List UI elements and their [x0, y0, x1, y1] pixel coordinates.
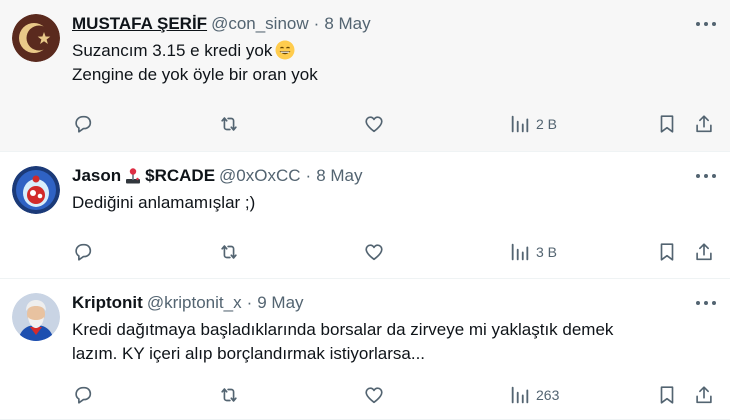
- views-count: 2 B: [536, 116, 558, 132]
- author-name[interactable]: MUSTAFA ŞERİF: [72, 12, 207, 36]
- views-chart-icon: [511, 386, 529, 404]
- heart-icon: [365, 244, 383, 261]
- retweet-button[interactable]: [218, 241, 240, 263]
- retweet-button[interactable]: [218, 384, 240, 406]
- like-button[interactable]: [363, 113, 385, 135]
- bookmark-button[interactable]: [656, 384, 678, 406]
- author-handle[interactable]: @kriptonit_x: [147, 291, 242, 315]
- more-options-icon[interactable]: [696, 16, 716, 32]
- superhero-avatar-icon: [12, 293, 60, 341]
- tweet[interactable]: Jason $RCADE @0xOxCC · 8 May Dediğini an…: [0, 152, 730, 279]
- views-button[interactable]: 263: [509, 384, 559, 406]
- heart-icon: [365, 387, 383, 404]
- separator: ·: [305, 166, 312, 185]
- bookmark-button[interactable]: [656, 113, 678, 135]
- tweet-header: Jason $RCADE @0xOxCC · 8 May: [72, 164, 714, 188]
- toy-robot-avatar-icon: [12, 166, 60, 214]
- views-button[interactable]: 2 B: [509, 113, 557, 135]
- tweet-header: Kriptonit @kriptonit_x · 9 May: [72, 291, 714, 315]
- views-button[interactable]: 3 B: [509, 241, 557, 263]
- avatar[interactable]: [12, 166, 60, 214]
- tweet[interactable]: Kriptonit @kriptonit_x · 9 May Kredi dağ…: [0, 279, 730, 420]
- retweet-icon: [221, 388, 237, 402]
- tweet-line: Suzancım 3.15 e kredi yok: [72, 41, 273, 60]
- bookmark-icon: [660, 115, 674, 133]
- tweet-date[interactable]: 8 May: [324, 12, 370, 36]
- author-handle[interactable]: @con_sinow: [211, 12, 309, 36]
- reply-feed: MUSTAFA ŞERİF @con_sinow · 8 May Suzancı…: [0, 0, 730, 420]
- separator: ·: [313, 14, 320, 33]
- avatar[interactable]: [12, 14, 60, 62]
- tweet-line: Dediğini anlamamışlar ;): [72, 193, 256, 212]
- share-button[interactable]: [693, 384, 715, 406]
- like-button[interactable]: [363, 384, 385, 406]
- retweet-button[interactable]: [218, 113, 240, 135]
- reply-icon: [75, 115, 92, 133]
- tweet-text: Dediğini anlamamışlar ;): [72, 191, 714, 215]
- views-chart-icon: [511, 243, 529, 261]
- tweet-line: Kredi dağıtmaya başladıklarında borsalar…: [72, 320, 614, 339]
- retweet-icon: [221, 245, 237, 259]
- tweet-line: Zengine de yok öyle bir oran yok: [72, 65, 318, 84]
- author-name[interactable]: Kriptonit: [72, 291, 143, 315]
- joystick-emoji-icon: [126, 168, 141, 184]
- separator: ·: [246, 293, 253, 312]
- reply-button[interactable]: [72, 113, 94, 135]
- views-count: 263: [536, 387, 560, 403]
- retweet-icon: [221, 117, 237, 131]
- author-name[interactable]: Jason: [72, 164, 121, 188]
- author-name-suffix[interactable]: $RCADE: [145, 164, 215, 188]
- views-chart-icon: [511, 115, 529, 133]
- action-bar: 2 B: [72, 112, 716, 136]
- tweet-line: lazım. KY içeri alıp borçlandırmak istiy…: [72, 344, 426, 363]
- tweet-date[interactable]: 9 May: [257, 291, 303, 315]
- more-options-icon[interactable]: [696, 295, 716, 311]
- tweet-header: MUSTAFA ŞERİF @con_sinow · 8 May: [72, 12, 714, 36]
- reply-button[interactable]: [72, 384, 94, 406]
- heart-icon: [365, 116, 383, 133]
- share-icon: [696, 243, 712, 261]
- action-bar: 263: [72, 383, 716, 407]
- more-options-icon[interactable]: [696, 168, 716, 184]
- share-icon: [696, 115, 712, 133]
- grinning-emoji-icon: [275, 40, 295, 60]
- like-button[interactable]: [363, 241, 385, 263]
- tweet-text: Suzancım 3.15 e kredi yok Zengine de yok…: [72, 39, 714, 87]
- bookmark-button[interactable]: [656, 241, 678, 263]
- share-icon: [696, 386, 712, 404]
- avatar[interactable]: [12, 293, 60, 341]
- reply-icon: [75, 386, 92, 404]
- crescent-star-avatar-icon: [12, 14, 60, 62]
- tweet-date[interactable]: 8 May: [316, 164, 362, 188]
- views-count: 3 B: [536, 244, 558, 260]
- tweet[interactable]: MUSTAFA ŞERİF @con_sinow · 8 May Suzancı…: [0, 0, 730, 152]
- tweet-text: Kredi dağıtmaya başladıklarında borsalar…: [72, 318, 714, 366]
- bookmark-icon: [660, 243, 674, 261]
- share-button[interactable]: [693, 241, 715, 263]
- reply-button[interactable]: [72, 241, 94, 263]
- action-bar: 3 B: [72, 240, 716, 264]
- reply-icon: [75, 243, 92, 261]
- author-handle[interactable]: @0xOxCC: [219, 164, 301, 188]
- share-button[interactable]: [693, 113, 715, 135]
- bookmark-icon: [660, 386, 674, 404]
